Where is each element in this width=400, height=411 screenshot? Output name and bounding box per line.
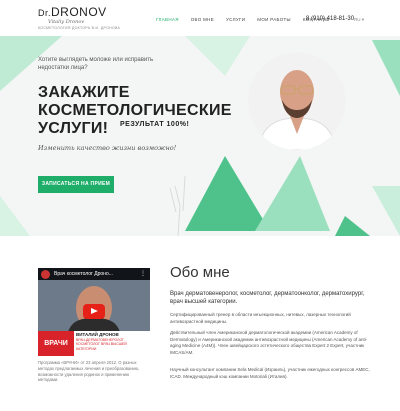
nav-about[interactable]: ОБО МНЕ [191,17,214,22]
decor-triangle [372,40,400,96]
decor-triangle [335,216,370,236]
about-paragraph: Действительный член Американской дермато… [170,330,368,355]
language-selector[interactable]: RU ▾ [354,17,364,23]
banner-text-block: ВИТАЛИЙ ДРОНОВ ВРАЧ-ДЕРМАТОВЕНЕРОЛОГ, КО… [76,332,148,351]
about-paragraph: Научный консультант компании Sela Medica… [170,367,370,379]
decor-triangle [185,156,270,231]
phone-number[interactable]: 8 (910) 418-81-30 [306,16,354,22]
logo-prefix: Dr. [38,8,52,18]
hero-section: Хотите выглядеть моложе или исправить не… [0,36,400,236]
main-nav: ГЛАВНАЯ ОБО МНЕ УСЛУГИ МОИ РАБОТЫ КОНТАК… [156,17,330,22]
video-title: Врач косметолог Дроно... [54,271,113,277]
more-icon[interactable]: ⋮ [140,268,146,280]
book-appointment-button[interactable]: ЗАПИСАТЬСЯ НА ПРИЕМ [38,176,114,193]
banner-text: ВРАЧ-ДЕРМАТОВЕНЕРОЛОГ, КОСМЕТОЛОГ ВРАЧ В… [76,337,127,351]
decor-triangle [185,36,250,76]
play-icon[interactable] [83,304,105,319]
about-paragraph: Сертифицированный тренер в области инъек… [170,312,351,324]
nav-services[interactable]: УСЛУГИ [226,17,245,22]
hand-sketch [169,175,186,236]
hero-result: РЕЗУЛЬТАТ 100%! [120,121,190,128]
video-lower-third: ВРАЧИ ВИТАЛИЙ ДРОНОВ ВРАЧ-ДЕРМАТОВЕНЕРОЛ… [38,331,150,356]
decor-triangle [255,156,330,231]
logo-name: DRONOV [51,5,107,19]
hero-question: Хотите выглядеть моложе или исправить не… [38,57,154,71]
logo-tagline: КОСМЕТОЛОГИЯ ДОКТОРА В.И. ДРОНОВА [38,26,121,30]
nav-home[interactable]: ГЛАВНАЯ [156,17,179,22]
video-player[interactable]: Врач косметолог Дроно... ⋮ ВРАЧИ ВИТАЛИЙ… [38,268,150,356]
video-caption: Программа «ВРАЧИ» от 23 апреля 2012. О р… [38,360,140,383]
doctor-portrait [248,52,346,150]
about-title: Обо мне [170,264,230,281]
program-logo: ВРАЧИ [38,331,74,356]
hero-subtitle: Изменить качество жизни возможно! [38,144,177,152]
doctor-photo-illustration [248,52,346,150]
about-lead: Врач дерматовенеролог, косметолог, дерма… [170,291,365,305]
hero-title: ЗАКАЖИТЕ КОСМЕТОЛОГИЧЕСКИЕ УСЛУГИ! [38,84,232,137]
video-title-bar: Врач косметолог Дроно... ⋮ [38,268,150,280]
channel-avatar [41,270,50,279]
decor-triangle [0,196,30,236]
site-header: Dr.DRONOV Vitaliy Dronov КОСМЕТОЛОГИЯ ДО… [0,0,400,36]
nav-works[interactable]: МОИ РАБОТЫ [257,17,291,22]
logo[interactable]: Dr.DRONOV Vitaliy Dronov КОСМЕТОЛОГИЯ ДО… [38,6,121,31]
decor-triangle [372,186,400,236]
logo-text: Dr.DRONOV [38,6,118,19]
